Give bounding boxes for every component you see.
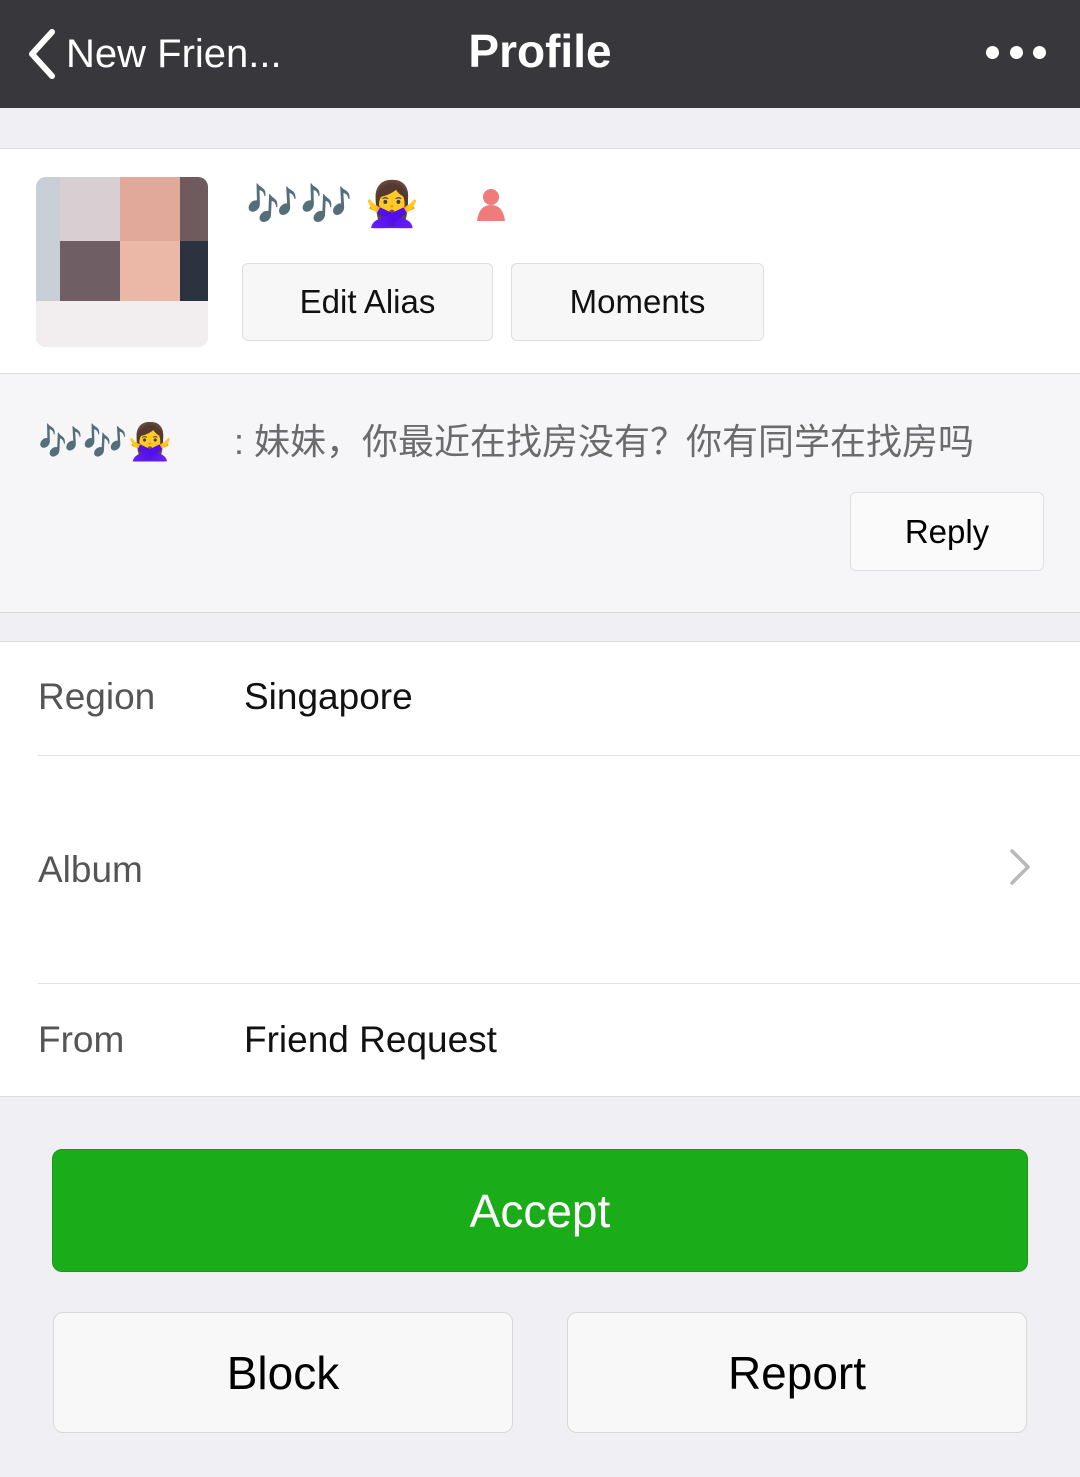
nickname-text: 🎶🎶 [246,181,355,228]
accept-button[interactable]: Accept [52,1149,1028,1272]
nickname: 🎶🎶 🙅‍♀️ [246,177,419,233]
from-row: From Friend Request [0,983,1080,1097]
chevron-right-icon [1010,849,1030,885]
moments-button[interactable]: Moments [511,263,764,341]
album-label: Album [38,849,143,890]
greeting-message: 🎶🎶🙅‍♀️ : 妹妹，你最近在找房没有？你有同学在找房吗 Reply [0,374,1080,613]
block-button[interactable]: Block [53,1312,513,1433]
chevron-left-icon [29,29,55,79]
back-button-label: New Frien... [66,31,282,76]
navigation-bar: New Frien... Profile [0,0,1080,108]
profile-card: 🎶🎶 🙅‍♀️ Edit Alias Moments [0,148,1080,374]
region-label: Region [38,676,156,717]
region-value: Singapore [244,676,413,717]
album-row[interactable]: Album [0,755,1080,983]
female-person-icon [477,189,505,221]
nickname-emoji: 🙅‍♀️ [364,180,420,229]
from-value: Friend Request [244,1019,497,1060]
message-text: : 妹妹，你最近在找房没有？你有同学在找房吗 [234,421,975,462]
from-label: From [38,1019,125,1060]
info-list: Region Singapore Album From Friend Reque… [0,641,1080,1097]
message-sender: 🎶🎶🙅‍♀️ [38,421,173,462]
more-dots-icon[interactable] [986,36,1046,68]
reply-button[interactable]: Reply [850,492,1044,571]
report-button[interactable]: Report [567,1312,1027,1433]
avatar[interactable] [36,177,208,347]
region-row: Region Singapore [0,642,1080,755]
back-button[interactable]: New Frien... [22,22,282,86]
edit-alias-button[interactable]: Edit Alias [242,263,493,341]
